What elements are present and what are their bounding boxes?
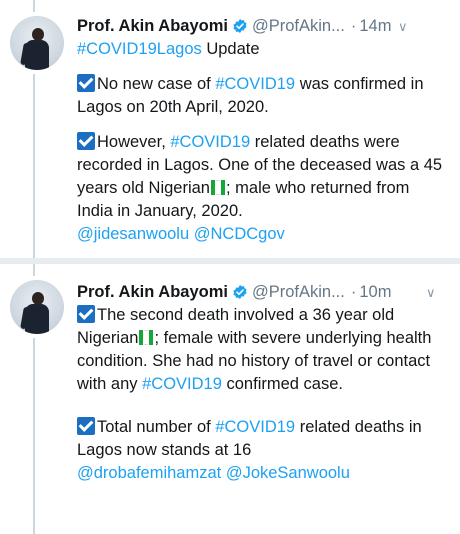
check-mark-icon [77,132,95,150]
hashtag-link[interactable]: #COVID19 [215,75,295,93]
hashtag-link[interactable]: #COVID19 [142,375,222,393]
thread-line-top [33,264,35,276]
timestamp[interactable]: 14m [359,17,391,36]
tweet-paragraph-1: The second death involved a 36 year old … [77,304,445,396]
author-name[interactable]: Prof. Akin Abayomi [77,17,228,36]
check-mark-icon [77,74,95,92]
nigeria-flag-icon [210,180,225,195]
tweet-line-1: #COVID19Lagos Update [77,38,445,61]
nigeria-flag-icon [139,330,154,345]
tweet-paragraph-1: No new case of #COVID19 was confirmed in… [77,73,445,119]
check-mark-icon [77,417,95,435]
tweet-text: The second death involved a 36 year old … [77,304,445,485]
tweet-2[interactable]: Prof. Akin Abayomi @ProfAkin... · 10m ∨ … [0,264,460,534]
verified-badge-icon [233,19,247,33]
chevron-down-icon[interactable]: ∨ [398,19,408,35]
text-segment: Update [201,40,260,58]
tweet-paragraph-2: However, #COVID19 related deaths were re… [77,131,445,223]
check-mark-icon [77,305,95,323]
avatar-head [32,28,44,41]
verified-badge-icon [233,285,247,299]
thread-line [33,338,35,534]
mention-link[interactable]: @JokeSanwoolu [226,464,350,482]
tweet-header: Prof. Akin Abayomi @ProfAkin... · 10m [77,280,391,304]
text-segment: Total number of [97,418,216,436]
mention-link[interactable]: @jidesanwoolu [77,225,189,243]
chevron-down-icon[interactable]: ∨ [426,285,436,301]
author-name[interactable]: Prof. Akin Abayomi [77,283,228,302]
hashtag-link[interactable]: #COVID19 [215,418,295,436]
separator-dot: · [350,282,357,301]
timestamp[interactable]: 10m [359,283,391,302]
text-segment: confirmed case. [221,375,343,393]
separator-dot: · [350,16,357,35]
hashtag-link[interactable]: #COVID19 [170,133,250,151]
mentions-line: @jidesanwoolu @NCDCgov [77,223,445,246]
tweet-1[interactable]: Prof. Akin Abayomi @ProfAkin... · 14m ∨ … [0,0,460,258]
mentions-line: @drobafemihamzat @JokeSanwoolu [77,462,445,485]
tweet-text: #COVID19Lagos Update No new case of #COV… [77,38,445,246]
mention-link[interactable]: @NCDCgov [194,225,285,243]
thread-line [33,74,35,258]
author-handle[interactable]: @ProfAkin... [252,283,345,302]
mention-link[interactable]: @drobafemihamzat [77,464,221,482]
avatar-head [32,292,44,305]
text-segment: No new case of [97,75,216,93]
avatar[interactable] [10,16,64,70]
thread-line-top [33,0,35,12]
avatar[interactable] [10,280,64,334]
tweet-header: Prof. Akin Abayomi @ProfAkin... · 14m [77,14,391,38]
text-segment: However, [97,133,171,151]
author-handle[interactable]: @ProfAkin... [252,17,345,36]
hashtag-link[interactable]: #COVID19Lagos [77,40,202,58]
tweet-paragraph-2: Total number of #COVID19 related deaths … [77,416,445,462]
